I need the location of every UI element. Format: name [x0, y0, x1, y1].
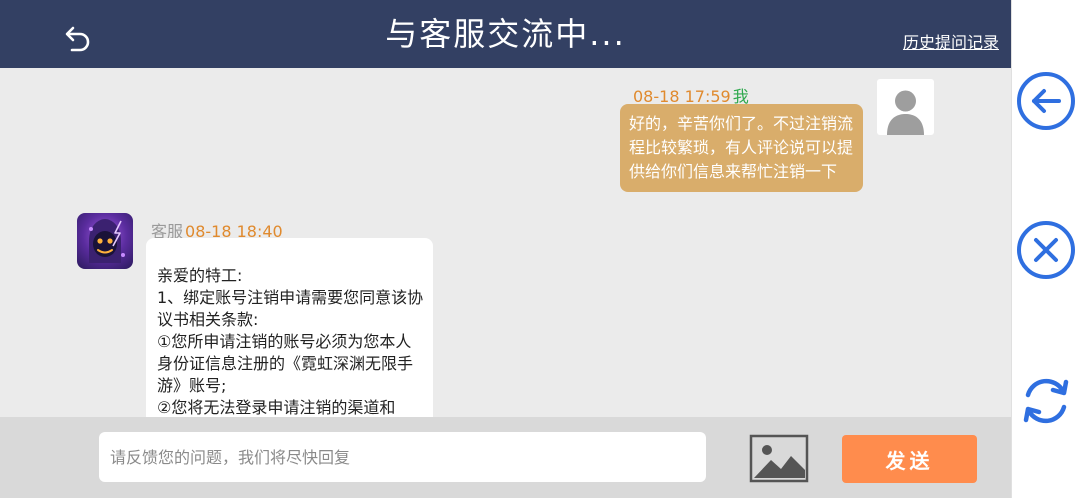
image-upload-button[interactable]	[749, 434, 809, 483]
message-line: 1、绑定账号注销申请需要您同意该协议书相关条款:	[157, 288, 424, 329]
circle-close-icon	[1017, 221, 1075, 279]
input-bar: 发送	[0, 417, 1011, 498]
user-silhouette-icon	[887, 90, 924, 135]
image-icon	[749, 434, 809, 483]
chat-area[interactable]: 08-18 17:59 我 好的，辛苦你们了。不过注销流程比较繁琐，有人评论说可以…	[0, 68, 1011, 417]
back-arrow-icon	[65, 26, 90, 52]
side-back-button[interactable]	[1015, 70, 1077, 132]
my-avatar	[877, 79, 934, 135]
side-close-button[interactable]	[1015, 219, 1077, 281]
page-title: 与客服交流中...	[385, 15, 626, 53]
game-character-icon	[89, 219, 125, 263]
send-button[interactable]: 发送	[842, 435, 977, 483]
side-refresh-button[interactable]	[1015, 370, 1077, 432]
side-panel	[1011, 0, 1080, 498]
message-line: ①您所申请注销的账号必须为您本人身份证信息注册的《霓虹深渊无限手游》账号;	[157, 332, 414, 395]
feedback-input[interactable]	[99, 432, 706, 482]
circle-back-arrow-icon	[1017, 72, 1075, 130]
message-bubble: 亲爱的特工: 1、绑定账号注销申请需要您同意该协议书相关条款: ①您所申请注销的…	[146, 238, 433, 417]
history-questions-link[interactable]: 历史提问记录	[903, 29, 999, 53]
app-window: 与客服交流中... 历史提问记录 08-18 17:59 我 好的，辛苦你们了。不…	[0, 0, 1011, 498]
header-bar: 与客服交流中... 历史提问记录	[0, 0, 1011, 68]
message-line: 亲爱的特工:	[157, 266, 243, 285]
message-line: ②您将无法登录申请注销的渠道和	[157, 398, 396, 417]
refresh-icon	[1023, 378, 1069, 424]
support-avatar	[77, 213, 133, 269]
back-button[interactable]	[52, 16, 104, 60]
message-bubble: 好的，辛苦你们了。不过注销流程比较繁琐，有人评论说可以提供给你们信息来帮忙注销一…	[620, 104, 863, 192]
